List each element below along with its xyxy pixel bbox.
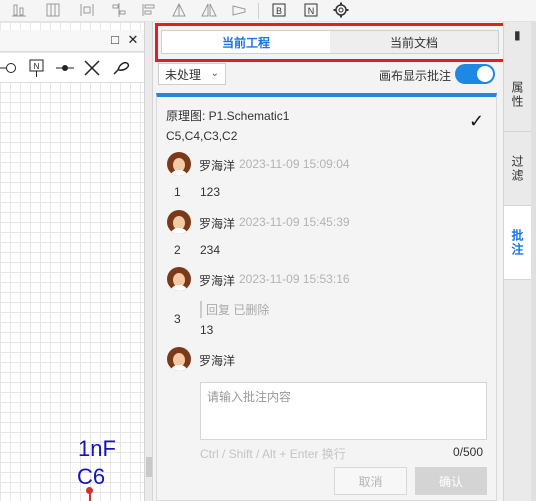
flip-icon[interactable] xyxy=(200,1,218,19)
tab-properties[interactable]: 属性 xyxy=(504,58,531,132)
block-b-label: B xyxy=(276,6,282,16)
composer-author: 罗海洋 xyxy=(199,354,236,368)
schematic-canvas[interactable]: □ ✕ N 1nF C6 xyxy=(0,22,144,501)
part-reference-label[interactable]: C6 xyxy=(77,464,105,490)
comment-panel: 当前工程 当前文档 未处理 ⌄ 画布显示批注 原理图: P1.Schematic… xyxy=(153,22,511,501)
comment-input[interactable]: 请输入批注内容 xyxy=(200,382,487,440)
align-left-icon[interactable] xyxy=(140,1,158,19)
annotation-highlight-box xyxy=(155,23,511,62)
avatar xyxy=(167,210,191,234)
block-b-icon[interactable]: B xyxy=(270,1,288,19)
comment-text: 234 xyxy=(200,243,221,257)
status-filter-value: 未处理 xyxy=(165,67,202,82)
newline-hint: Ctrl / Shift / Alt + Enter 换行 xyxy=(200,447,346,461)
avatar xyxy=(167,267,191,291)
comment-author: 罗海洋 xyxy=(199,274,236,288)
chevron-down-icon: ⌄ xyxy=(210,68,219,79)
status-filter-select[interactable]: 未处理 ⌄ xyxy=(158,63,226,85)
schematic-label: 原理图: P1.Schematic1 xyxy=(166,109,290,123)
resolve-check-icon[interactable]: ✓ xyxy=(469,111,484,132)
comment-index: 2 xyxy=(174,243,181,257)
comment-author: 罗海洋 xyxy=(199,217,236,231)
block-n-icon[interactable]: N xyxy=(302,1,320,19)
no-connect-icon[interactable] xyxy=(82,58,102,78)
align-bottom-icon[interactable] xyxy=(10,1,28,19)
cancel-button[interactable]: 取消 xyxy=(334,467,407,495)
distribute-icon[interactable] xyxy=(78,1,96,19)
parts-label[interactable]: C5,C4,C3,C2 xyxy=(166,129,237,143)
tab-filter[interactable]: 过滤 xyxy=(504,132,531,206)
show-on-canvas-toggle[interactable] xyxy=(455,64,495,84)
comment-index: 1 xyxy=(174,185,181,199)
table-icon[interactable] xyxy=(44,1,62,19)
top-toolbar: B N xyxy=(0,0,536,22)
polygon-icon[interactable] xyxy=(230,1,248,19)
comment-card: 原理图: P1.Schematic1 C5,C4,C3,C2 ✓ 罗海洋 202… xyxy=(156,93,497,501)
comment-time: 2023-11-09 15:45:39 xyxy=(239,215,350,229)
panel-splitter[interactable] xyxy=(144,22,153,501)
gear-icon[interactable] xyxy=(332,1,350,19)
comment-text: 123 xyxy=(200,185,221,199)
comment-time: 2023-11-09 15:09:04 xyxy=(239,157,350,171)
maximize-icon[interactable]: □ xyxy=(108,33,122,47)
tab-comments[interactable]: 批注 xyxy=(504,206,531,280)
triangle-icon[interactable] xyxy=(170,1,188,19)
char-count: 0/500 xyxy=(453,445,484,459)
avatar xyxy=(167,152,191,176)
symbol-panel-header: □ ✕ xyxy=(0,30,144,52)
junction-icon[interactable] xyxy=(54,58,76,78)
block-n-label: N xyxy=(308,6,315,16)
circle-terminal-icon[interactable] xyxy=(0,58,18,78)
scrollbar[interactable] xyxy=(531,22,536,501)
confirm-button[interactable]: 确认 xyxy=(415,467,487,495)
close-icon[interactable]: ✕ xyxy=(126,33,140,47)
pin-icon[interactable]: ▮ xyxy=(514,28,521,42)
part-value-label[interactable]: 1nF xyxy=(78,436,116,462)
symbol-strip: N xyxy=(0,53,144,83)
toggle-knob xyxy=(477,66,493,82)
comment-index: 3 xyxy=(174,312,181,326)
net-port-icon[interactable]: N xyxy=(26,58,48,78)
comment-text: 13 xyxy=(200,323,214,337)
toolbar-separator xyxy=(258,3,259,19)
net-port-label: N xyxy=(34,62,40,71)
side-tab-bar: ▮ 属性 过滤 批注 xyxy=(503,22,536,501)
splitter-grip[interactable] xyxy=(146,457,152,477)
show-on-canvas-label: 画布显示批注 xyxy=(379,69,452,83)
pin-wire xyxy=(89,492,91,501)
comment-author: 罗海洋 xyxy=(199,159,236,173)
probe-icon[interactable] xyxy=(110,58,132,78)
tree-icon[interactable] xyxy=(110,1,128,19)
reply-quote: 回复 已删除 xyxy=(200,301,269,318)
comment-time: 2023-11-09 15:53:16 xyxy=(239,272,350,286)
avatar xyxy=(167,347,191,371)
